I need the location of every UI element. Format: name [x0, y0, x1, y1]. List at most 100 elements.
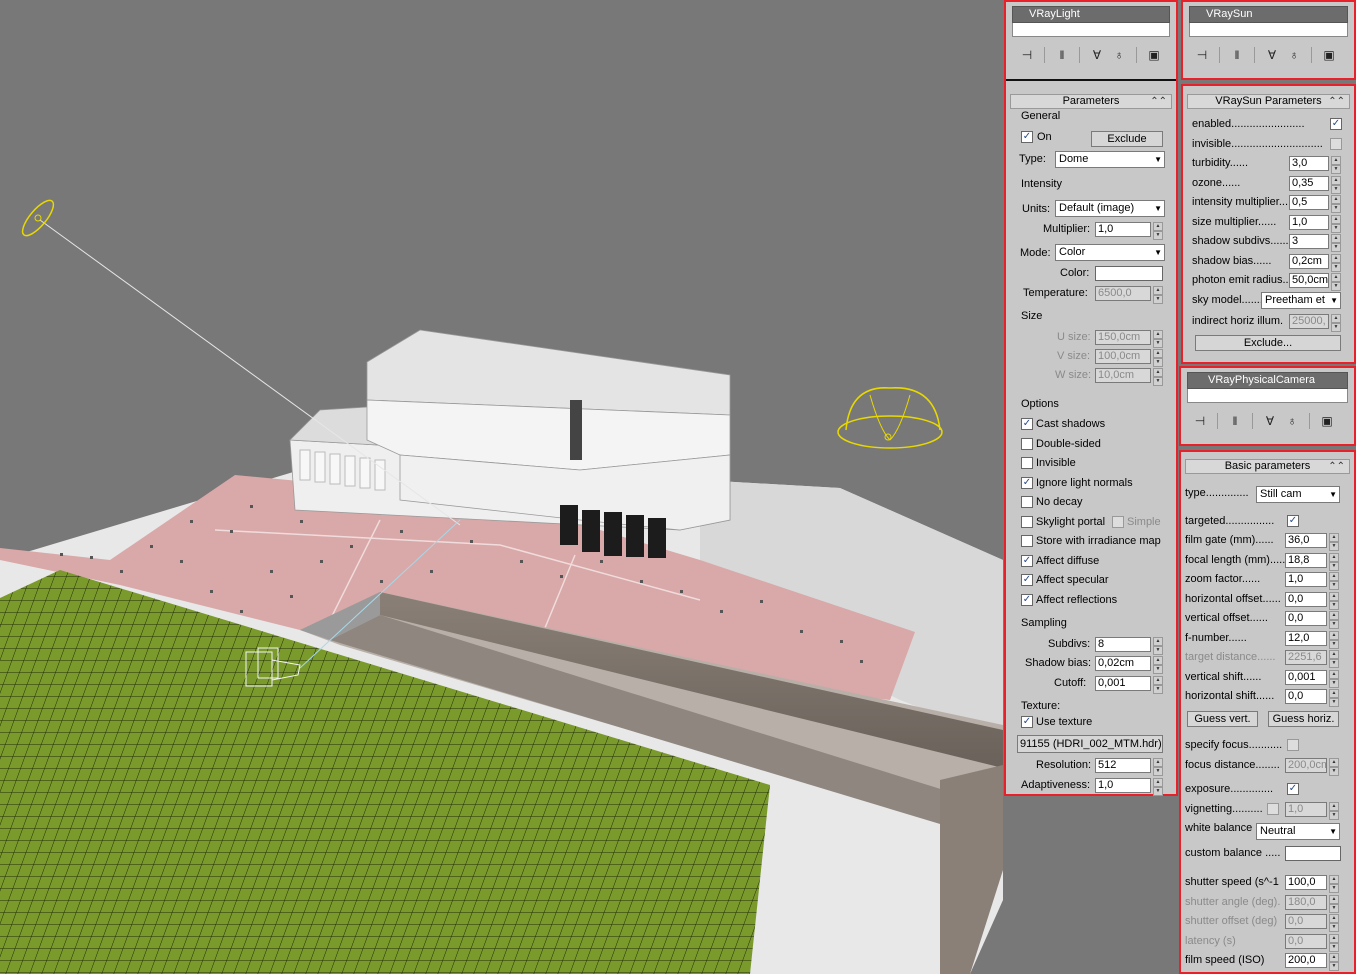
wsize-spinner[interactable]: 10,0cm ▲ ▼	[1095, 368, 1163, 386]
subdivs-value[interactable]: 8	[1095, 637, 1151, 652]
targeted-checkbox[interactable]: ✓	[1287, 515, 1299, 527]
spinner-arrows[interactable]: ▲ ▼	[1331, 175, 1341, 194]
pin-stack-icon[interactable]: ⊣	[1189, 412, 1211, 430]
camera-type-dropdown[interactable]: Still cam ▼	[1256, 486, 1340, 503]
option-checkbox[interactable]: ✓	[1021, 554, 1033, 567]
sun-param-spinner[interactable]: 3,0 ▲ ▼	[1289, 156, 1341, 174]
camera-param-spinner[interactable]: 180,0 ▲ ▼	[1285, 894, 1339, 913]
on-checkbox[interactable]: ✓	[1021, 131, 1033, 143]
color-swatch[interactable]	[1095, 266, 1163, 281]
camera-param-spinner[interactable]: 2251,6 ▲ ▼	[1285, 650, 1339, 668]
spinner-arrows[interactable]: ▲ ▼	[1153, 349, 1163, 367]
camera-param-spinner[interactable]: 36,0 ▲ ▼	[1285, 533, 1339, 551]
spinner-arrows[interactable]: ▲ ▼	[1329, 591, 1339, 610]
spinner-arrows[interactable]: ▲ ▼	[1331, 234, 1341, 252]
spinner-arrows[interactable]: ▲ ▼	[1331, 273, 1341, 291]
collapse-icon[interactable]: ⌃⌃	[1328, 460, 1345, 473]
guess-horiz-button[interactable]: Guess horiz.	[1268, 711, 1339, 727]
spinner-arrows[interactable]: ▲ ▼	[1329, 875, 1339, 893]
use-texture-checkbox[interactable]: ✓	[1021, 716, 1033, 728]
make-unique-icon[interactable]: ∀	[1086, 46, 1108, 64]
sun-param-value[interactable]: 0,5	[1289, 195, 1329, 210]
sun-param-value[interactable]: 0,2cm	[1289, 253, 1329, 269]
option-checkbox[interactable]	[1021, 437, 1033, 450]
adaptiveness-value[interactable]: 1,0	[1095, 778, 1151, 793]
camera-param-spinner[interactable]: 12,0 ▲ ▼	[1285, 630, 1339, 649]
show-end-result-icon[interactable]: ‖	[1224, 412, 1246, 430]
spinner-arrows[interactable]: ▲ ▼	[1329, 758, 1339, 776]
camera-param-spinner[interactable]: 200,0 ▲ ▼	[1285, 953, 1339, 971]
indirect-spinner[interactable]: 25000, ▲ ▼	[1289, 314, 1341, 332]
spinner-arrows[interactable]: ▲ ▼	[1329, 650, 1339, 668]
option-checkbox[interactable]: ✓	[1021, 593, 1033, 606]
spinner-arrows[interactable]: ▲ ▼	[1331, 214, 1341, 233]
cutoff-spinner[interactable]: 0,001 ▲ ▼	[1095, 676, 1163, 694]
spinner-arrows[interactable]: ▲ ▼	[1153, 758, 1163, 776]
enabled-checkbox[interactable]: ✓	[1330, 118, 1342, 130]
spinner-arrows[interactable]: ▲ ▼	[1329, 894, 1339, 913]
simple-checkbox[interactable]	[1112, 516, 1124, 528]
spinner-arrows[interactable]: ▲ ▼	[1153, 656, 1163, 674]
spinner-arrows[interactable]: ▲ ▼	[1153, 676, 1163, 694]
spinner-arrows[interactable]: ▲ ▼	[1329, 914, 1339, 932]
camera-param-value[interactable]: 0,0	[1285, 611, 1327, 626]
focus-distance-spinner[interactable]: 200,0cm ▲ ▼	[1285, 758, 1339, 776]
spinner-arrows[interactable]: ▲ ▼	[1153, 330, 1163, 348]
sun-param-value[interactable]: 0,35	[1289, 175, 1329, 191]
camera-param-spinner[interactable]: 0,0 ▲ ▼	[1285, 611, 1339, 629]
spinner-arrows[interactable]: ▲ ▼	[1329, 572, 1339, 590]
spinner-arrows[interactable]: ▲ ▼	[1153, 368, 1163, 386]
camera-param-spinner[interactable]: 0,0 ▲ ▼	[1285, 591, 1339, 610]
parameters-rollout-header[interactable]: Parameters ⌃⌃	[1010, 94, 1172, 109]
vsize-value[interactable]: 100,0cm	[1095, 349, 1151, 364]
camera-param-spinner[interactable]: 0,0 ▲ ▼	[1285, 914, 1339, 932]
option-checkbox[interactable]: ✓	[1021, 476, 1033, 489]
multiplier-spinner[interactable]: 1,0 ▲ ▼	[1095, 222, 1163, 240]
vignetting-value[interactable]: 1,0	[1285, 802, 1327, 817]
sun-param-spinner[interactable]: 1,0 ▲ ▼	[1289, 214, 1341, 233]
units-dropdown[interactable]: Default (image) ▼	[1055, 200, 1165, 217]
vraycam-rollout-header[interactable]: Basic parameters ⌃⌃	[1185, 459, 1350, 474]
spinner-arrows[interactable]: ▲ ▼	[1331, 195, 1341, 213]
spinner-arrows[interactable]: ▲ ▼	[1329, 802, 1339, 820]
option-checkbox[interactable]	[1021, 535, 1033, 547]
invisible-checkbox[interactable]	[1330, 138, 1342, 150]
spinner-arrows[interactable]: ▲ ▼	[1331, 156, 1341, 174]
focus-distance-value[interactable]: 200,0cm	[1285, 758, 1327, 773]
white-balance-dropdown[interactable]: Neutral ▼	[1256, 823, 1340, 840]
object-name-field[interactable]: VRaySun	[1189, 6, 1348, 23]
vignetting-spinner[interactable]: 1,0 ▲ ▼	[1285, 802, 1339, 820]
camera-param-value[interactable]: 12,0	[1285, 630, 1327, 646]
spinner-arrows[interactable]: ▲ ▼	[1329, 669, 1339, 688]
camera-param-spinner[interactable]: 18,8 ▲ ▼	[1285, 552, 1339, 571]
sun-param-spinner[interactable]: 3 ▲ ▼	[1289, 234, 1341, 252]
spinner-arrows[interactable]: ▲ ▼	[1329, 630, 1339, 649]
option-checkbox[interactable]	[1021, 515, 1033, 528]
subdivs-spinner[interactable]: 8 ▲ ▼	[1095, 637, 1163, 655]
usize-spinner[interactable]: 150,0cm ▲ ▼	[1095, 330, 1163, 348]
exposure-checkbox[interactable]: ✓	[1287, 783, 1299, 795]
sun-param-value[interactable]: 50,0cm	[1289, 273, 1329, 288]
camera-param-value[interactable]: 100,0	[1285, 875, 1327, 890]
camera-param-value[interactable]: 0,0	[1285, 689, 1327, 704]
show-end-result-icon[interactable]: ‖	[1226, 46, 1248, 64]
type-dropdown[interactable]: Dome ▼	[1055, 151, 1165, 168]
camera-param-spinner[interactable]: 100,0 ▲ ▼	[1285, 875, 1339, 893]
vsize-spinner[interactable]: 100,0cm ▲ ▼	[1095, 349, 1163, 367]
spinner-arrows[interactable]: ▲ ▼	[1329, 533, 1339, 551]
texture-map-button[interactable]: 91155 (HDRI_002_MTM.hdr)	[1017, 735, 1163, 753]
spinner-arrows[interactable]: ▲ ▼	[1329, 689, 1339, 707]
shadowbias-spinner[interactable]: 0,02cm ▲ ▼	[1095, 656, 1163, 674]
mode-dropdown[interactable]: Color ▼	[1055, 244, 1165, 261]
option-checkbox[interactable]	[1021, 496, 1033, 508]
usize-value[interactable]: 150,0cm	[1095, 330, 1151, 345]
sun-param-value[interactable]: 1,0	[1289, 214, 1329, 230]
camera-param-value[interactable]: 18,8	[1285, 552, 1327, 568]
adaptiveness-spinner[interactable]: 1,0 ▲ ▼	[1095, 778, 1163, 796]
shadowbias-value[interactable]: 0,02cm	[1095, 656, 1151, 671]
sky-model-dropdown[interactable]: Preetham et ▼	[1261, 292, 1341, 309]
object-name-field[interactable]: VRayPhysicalCamera	[1187, 372, 1348, 389]
viewport[interactable]	[0, 0, 1003, 974]
remove-modifier-icon[interactable]: ♁	[1281, 412, 1303, 430]
exclude-button[interactable]: Exclude	[1091, 131, 1163, 147]
